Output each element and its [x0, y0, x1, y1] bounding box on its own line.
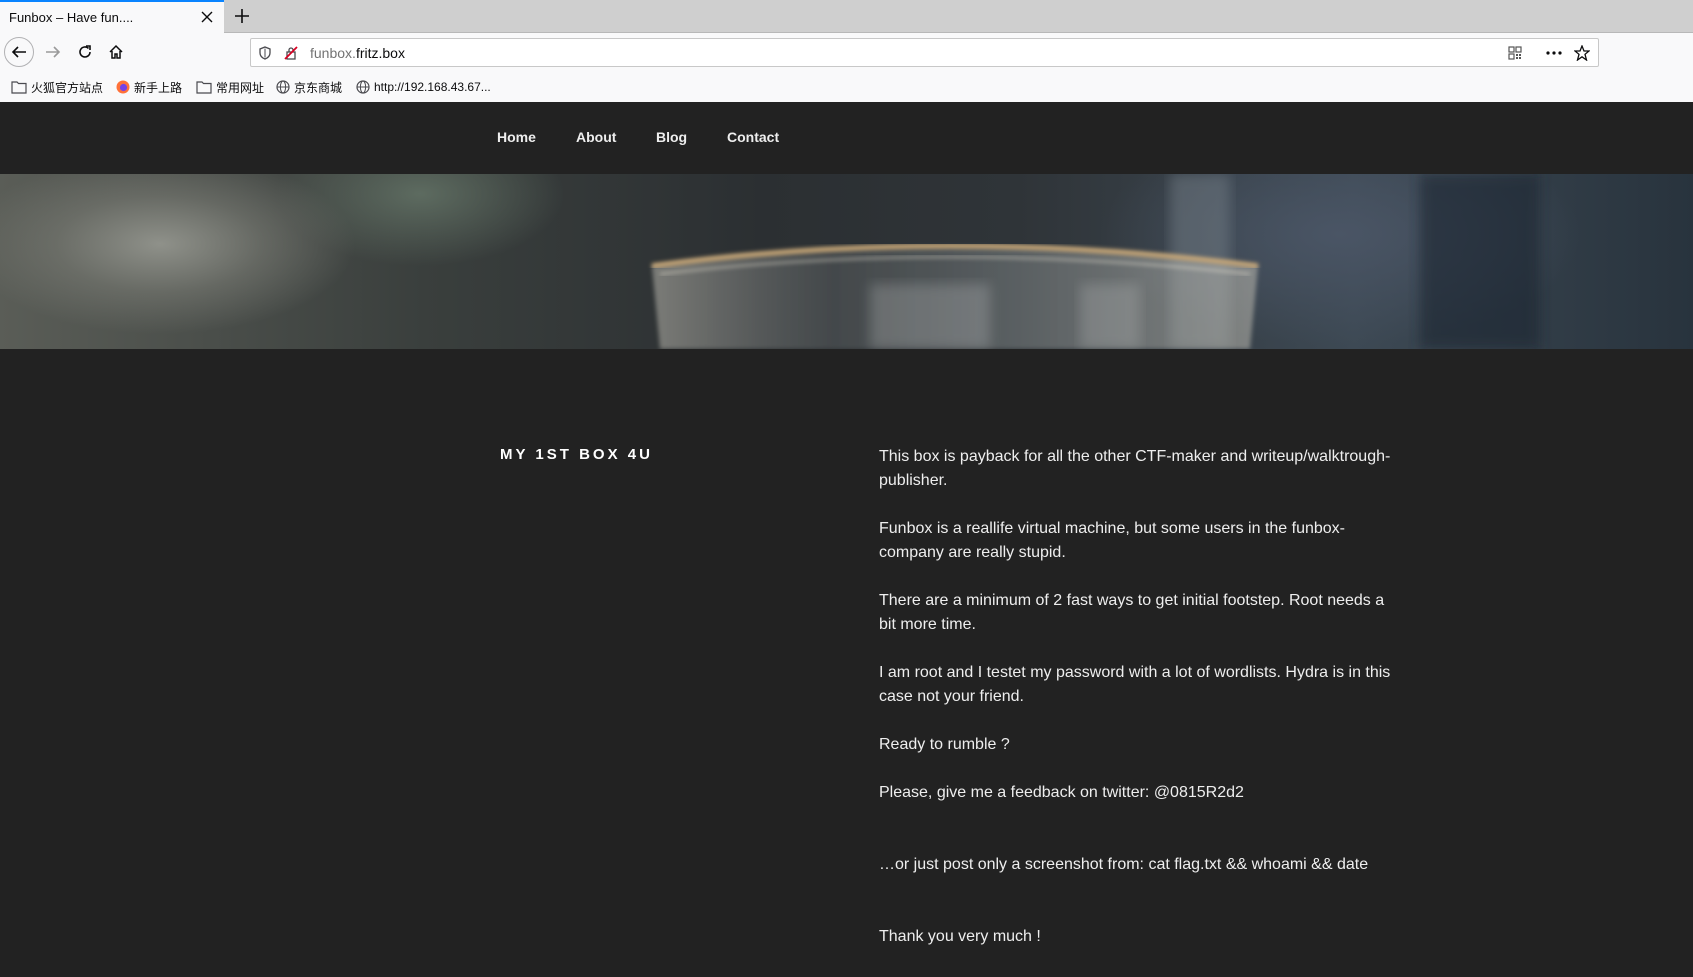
bookmark-item[interactable]: 常用网址 — [196, 78, 264, 96]
bookmark-star-icon[interactable] — [1574, 45, 1590, 61]
close-icon[interactable] — [198, 8, 216, 26]
bookmark-item[interactable]: 京东商城 — [276, 78, 342, 96]
back-button[interactable] — [4, 37, 34, 67]
home-icon — [109, 44, 123, 59]
bookmarks-toolbar: 火狐官方站点 新手上路 常用网址 京东商城 http://192.168.43.… — [0, 71, 1693, 103]
back-arrow-icon — [11, 46, 26, 58]
folder-icon — [11, 81, 27, 94]
bookmark-item[interactable]: 新手上路 — [116, 78, 182, 96]
active-tab[interactable]: Funbox – Have fun.... — [0, 0, 224, 33]
reload-button[interactable] — [70, 37, 100, 67]
insecure-lock-icon[interactable] — [283, 45, 299, 61]
url-bar[interactable]: funbox.fritz.box — [250, 38, 1599, 67]
url-host-domain: fritz.box — [355, 45, 405, 61]
globe-icon — [356, 80, 370, 94]
home-button[interactable] — [101, 37, 131, 67]
bookmark-item[interactable]: 火狐官方站点 — [11, 78, 103, 96]
page-actions-icon[interactable] — [1546, 45, 1562, 61]
content-paragraph: I am root and I testet my password with … — [879, 664, 1391, 705]
glass-illustration — [651, 174, 1540, 349]
url-text[interactable]: funbox.fritz.box — [310, 45, 405, 61]
bookmark-label: http://192.168.43.67... — [374, 80, 491, 94]
content-paragraph: …or just post only a screenshot from: ca… — [879, 856, 1369, 873]
menu-item-about[interactable]: About — [576, 129, 616, 145]
navigation-toolbar: funbox.fritz.box — [0, 33, 1693, 71]
url-host-prefix: funbox. — [310, 45, 356, 61]
globe-icon — [276, 80, 290, 94]
page-content: This box is payback for all the other CT… — [879, 445, 1399, 949]
forward-arrow-icon — [46, 46, 61, 58]
menu-item-contact[interactable]: Contact — [727, 129, 779, 145]
tab-title: Funbox – Have fun.... — [9, 10, 134, 25]
bookmark-label: 新手上路 — [134, 80, 183, 95]
bookmark-item[interactable]: http://192.168.43.67... — [356, 78, 491, 96]
shield-icon[interactable] — [257, 45, 273, 61]
header-image — [0, 174, 1693, 349]
content-paragraph: There are a minimum of 2 fast ways to ge… — [879, 592, 1385, 633]
content-paragraph: Ready to rumble ? — [879, 736, 1010, 753]
bookmark-label: 火狐官方站点 — [31, 80, 104, 95]
qr-code-icon[interactable] — [1507, 45, 1523, 61]
page-title: MY 1ST BOX 4U — [500, 446, 653, 463]
folder-icon — [196, 81, 212, 94]
bookmark-label: 常用网址 — [216, 80, 265, 95]
reload-icon — [79, 45, 91, 58]
site-navigation: Home About Blog Contact — [0, 102, 1693, 175]
new-tab-button[interactable] — [230, 4, 254, 28]
firefox-icon — [116, 80, 130, 94]
content-paragraph: Please, give me a feedback on twitter: @… — [879, 784, 1244, 801]
forward-button[interactable] — [38, 37, 68, 67]
tab-strip: Funbox – Have fun.... — [0, 0, 1693, 33]
menu-item-blog[interactable]: Blog — [656, 129, 687, 145]
bookmark-label: 京东商城 — [294, 80, 343, 95]
content-paragraph: This box is payback for all the other CT… — [879, 448, 1391, 489]
content-paragraph: Funbox is a reallife virtual machine, bu… — [879, 520, 1346, 561]
menu-item-home[interactable]: Home — [497, 129, 536, 145]
content-paragraph: Thank you very much ! — [879, 928, 1041, 945]
